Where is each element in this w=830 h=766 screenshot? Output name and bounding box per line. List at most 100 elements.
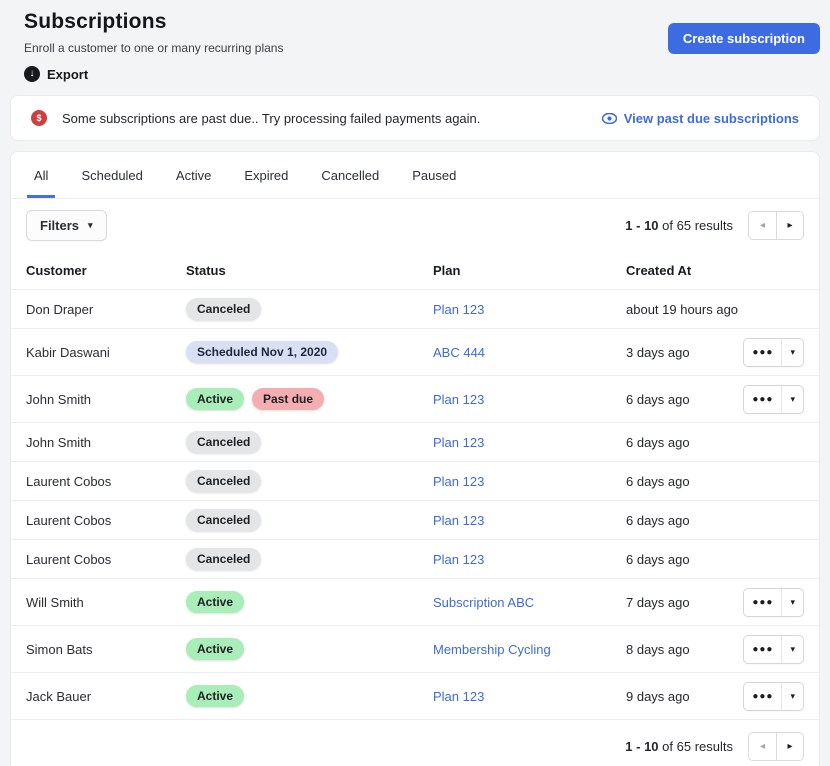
plan-cell: Plan 123 [433, 302, 626, 317]
status-badge-canceled: Canceled [186, 548, 261, 570]
plan-cell: Plan 123 [433, 435, 626, 450]
table-row: Laurent CobosCanceledPlan 1236 days ago [11, 540, 819, 579]
created-at: 6 days ago [626, 513, 742, 528]
actions-cell: ●●●▾ [742, 588, 804, 617]
plan-link[interactable]: Membership Cycling [433, 642, 551, 657]
created-at: 9 days ago [626, 689, 742, 704]
table-row: Simon BatsActiveMembership Cycling8 days… [11, 626, 819, 673]
actions-cell: ●●●▾ [742, 385, 804, 414]
status-cell: Active [186, 638, 433, 660]
plan-cell: Plan 123 [433, 513, 626, 528]
column-header-created-at: Created At [626, 263, 742, 278]
results-count: 1 - 10 of 65 results [625, 739, 733, 754]
tab-expired[interactable]: Expired [237, 152, 295, 198]
chevron-down-icon[interactable]: ▾ [781, 589, 803, 616]
created-at: 3 days ago [626, 345, 742, 360]
plan-link[interactable]: Plan 123 [433, 552, 484, 567]
past-due-alert-icon: $ [31, 110, 47, 126]
row-actions-button[interactable]: ●●●▾ [743, 635, 804, 664]
more-options-icon[interactable]: ●●● [744, 339, 781, 366]
status-badges: Active [186, 638, 433, 660]
plan-link[interactable]: Plan 123 [433, 513, 484, 528]
plan-link[interactable]: Subscription ABC [433, 595, 534, 610]
status-badge-canceled: Canceled [186, 298, 261, 320]
plan-cell: ABC 444 [433, 345, 626, 360]
table-body: Don DraperCanceledPlan 123about 19 hours… [11, 290, 819, 720]
chevron-down-icon[interactable]: ▾ [781, 683, 803, 710]
plan-cell: Subscription ABC [433, 595, 626, 610]
customer-name: Jack Bauer [26, 689, 186, 704]
row-actions-button[interactable]: ●●●▾ [743, 385, 804, 414]
table-row: John SmithActivePast duePlan 1236 days a… [11, 376, 819, 423]
export-button[interactable]: ↓ Export [24, 66, 88, 82]
customer-name: Laurent Cobos [26, 474, 186, 489]
status-cell: ActivePast due [186, 388, 433, 410]
customer-name: Don Draper [26, 302, 186, 317]
actions-cell: ●●●▾ [742, 635, 804, 664]
tab-active[interactable]: Active [169, 152, 218, 198]
status-cell: Canceled [186, 298, 433, 320]
past-due-alert-message: Some subscriptions are past due.. Try pr… [62, 111, 480, 126]
prev-page-button[interactable]: ◂ [749, 212, 776, 239]
more-options-icon[interactable]: ●●● [744, 589, 781, 616]
row-actions-button[interactable]: ●●●▾ [743, 588, 804, 617]
customer-name: Laurent Cobos [26, 513, 186, 528]
create-subscription-button[interactable]: Create subscription [668, 23, 820, 54]
prev-page-button[interactable]: ◂ [749, 733, 776, 760]
chevron-down-icon[interactable]: ▾ [781, 339, 803, 366]
status-badges: ActivePast due [186, 388, 433, 410]
tab-scheduled[interactable]: Scheduled [74, 152, 149, 198]
status-cell: Canceled [186, 470, 433, 492]
more-options-icon[interactable]: ●●● [744, 636, 781, 663]
created-at: 8 days ago [626, 642, 742, 657]
view-past-due-link[interactable]: View past due subscriptions [602, 111, 799, 126]
pager-buttons: ◂ ▸ [748, 732, 804, 761]
customer-name: John Smith [26, 435, 186, 450]
column-header-customer: Customer [26, 263, 186, 278]
chevron-down-icon[interactable]: ▾ [781, 636, 803, 663]
tab-cancelled[interactable]: Cancelled [314, 152, 386, 198]
plan-link[interactable]: Plan 123 [433, 392, 484, 407]
plan-link[interactable]: Plan 123 [433, 302, 484, 317]
plan-link[interactable]: ABC 444 [433, 345, 485, 360]
plan-link[interactable]: Plan 123 [433, 435, 484, 450]
table-row: Kabir DaswaniScheduled Nov 1, 2020ABC 44… [11, 329, 819, 376]
status-badges: Canceled [186, 470, 433, 492]
created-at: 6 days ago [626, 392, 742, 407]
status-cell: Canceled [186, 431, 433, 453]
tab-all[interactable]: All [27, 152, 55, 198]
filters-button[interactable]: Filters ▾ [26, 210, 107, 241]
more-options-icon[interactable]: ●●● [744, 683, 781, 710]
table-row: Laurent CobosCanceledPlan 123 6 days ago [11, 501, 819, 540]
status-badges: Active [186, 591, 433, 613]
plan-link[interactable]: Plan 123 [433, 689, 484, 704]
row-actions-button[interactable]: ●●●▾ [743, 338, 804, 367]
chevron-down-icon[interactable]: ▾ [781, 386, 803, 413]
plan-cell: Plan 123 [433, 392, 626, 407]
pager-buttons: ◂ ▸ [748, 211, 804, 240]
table-toolbar: Filters ▾ 1 - 10 of 65 results ◂ ▸ [11, 199, 819, 252]
status-badges: Active [186, 685, 433, 707]
actions-cell: ●●●▾ [742, 682, 804, 711]
customer-name: Laurent Cobos [26, 552, 186, 567]
eye-icon [602, 113, 617, 124]
status-badge-active: Active [186, 638, 244, 660]
table-row: Don DraperCanceledPlan 123about 19 hours… [11, 290, 819, 329]
status-cell: Canceled [186, 548, 433, 570]
table-row: Laurent CobosCanceledPlan 1236 days ago [11, 462, 819, 501]
plan-link[interactable]: Plan 123 [433, 474, 484, 489]
row-actions-button[interactable]: ●●●▾ [743, 682, 804, 711]
status-badge-canceled: Canceled [186, 431, 261, 453]
plan-cell: Plan 123 [433, 552, 626, 567]
past-due-alert-banner: $ Some subscriptions are past due.. Try … [10, 95, 820, 141]
more-options-icon[interactable]: ●●● [744, 386, 781, 413]
status-badges: Canceled [186, 548, 433, 570]
plan-cell: Plan 123 [433, 689, 626, 704]
next-page-button[interactable]: ▸ [776, 212, 803, 239]
customer-name: Kabir Daswani [26, 345, 186, 360]
status-tabs: All Scheduled Active Expired Cancelled Paused [11, 152, 819, 199]
tab-paused[interactable]: Paused [405, 152, 463, 198]
filters-button-label: Filters [40, 218, 79, 233]
next-page-button[interactable]: ▸ [776, 733, 803, 760]
status-badges: Canceled [186, 509, 433, 531]
